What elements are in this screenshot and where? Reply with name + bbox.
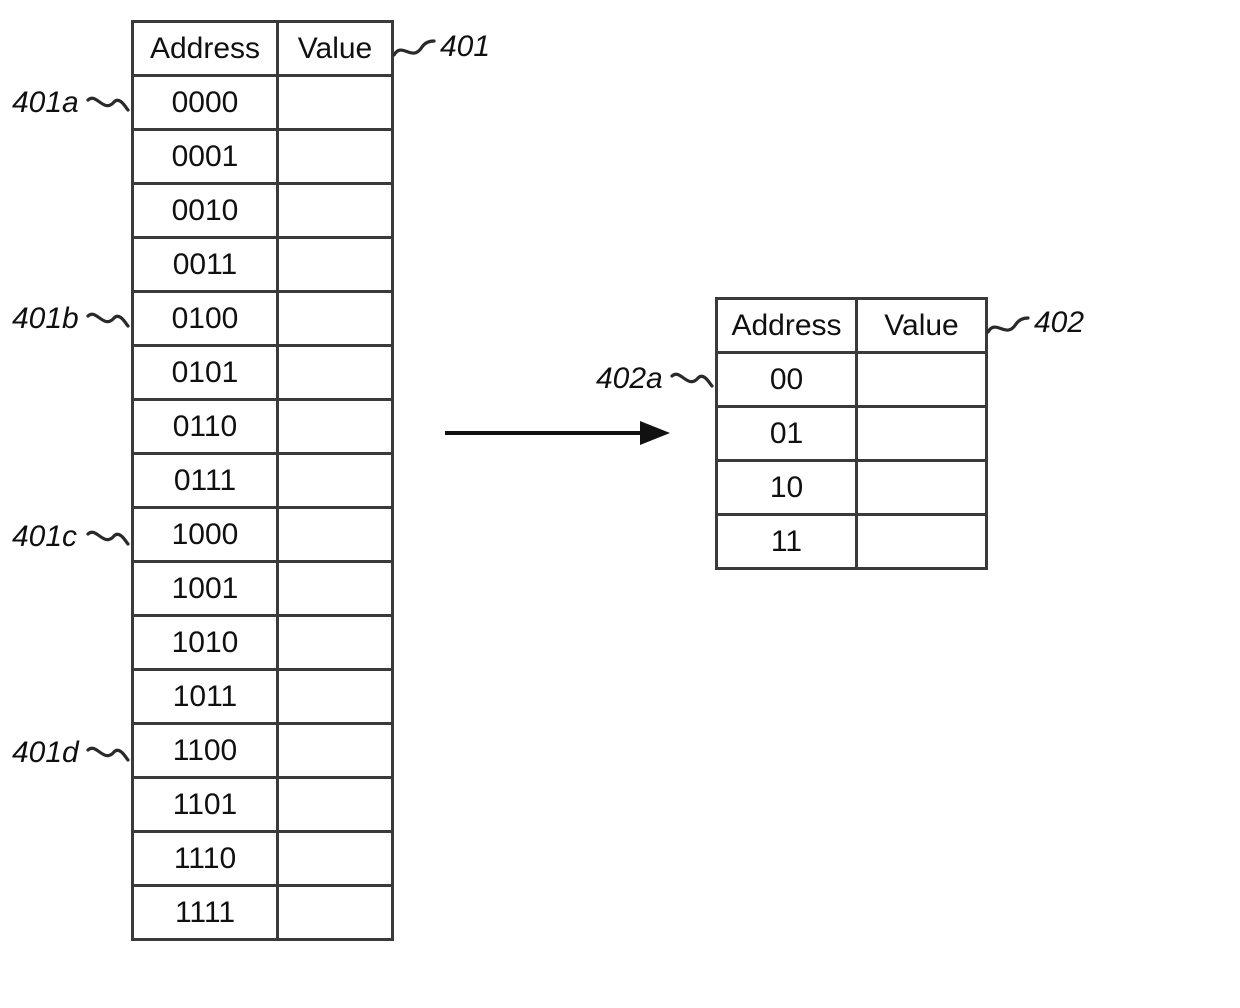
ref-label-402: 402 — [1034, 306, 1084, 340]
table-401-header-address: Address — [133, 22, 278, 76]
table-401-header-value: Value — [278, 22, 393, 76]
callout-connector-icon — [86, 88, 130, 118]
table-row: 0010 — [133, 184, 393, 238]
callout-connector-icon — [392, 33, 436, 63]
callout-connector-icon — [86, 738, 130, 768]
table-402-header-address: Address — [717, 299, 857, 353]
cell-address: 0010 — [133, 184, 278, 238]
table-row: 1110 — [133, 832, 393, 886]
table-row: 0011 — [133, 238, 393, 292]
table-401: Address Value 0000 0001 0010 0011 0100 0… — [131, 20, 394, 941]
table-row: 10 — [717, 461, 987, 515]
table-row: 1001 — [133, 562, 393, 616]
table-row: 0100 — [133, 292, 393, 346]
ref-label-401b: 401b — [12, 302, 79, 336]
cell-value — [278, 832, 393, 886]
ref-label-401d: 401d — [12, 736, 79, 770]
cell-address: 1111 — [133, 886, 278, 940]
cell-value — [857, 461, 987, 515]
table-402-header-value: Value — [857, 299, 987, 353]
cell-value — [278, 616, 393, 670]
callout-connector-icon — [86, 522, 130, 552]
table-402: Address Value 00 01 10 11 — [715, 297, 988, 570]
diagram-stage: Address Value 0000 0001 0010 0011 0100 0… — [0, 0, 1240, 1008]
cell-address: 0101 — [133, 346, 278, 400]
ref-label-401a: 401a — [12, 86, 79, 120]
table-row: 1101 — [133, 778, 393, 832]
cell-value — [278, 76, 393, 130]
cell-address: 0110 — [133, 400, 278, 454]
cell-address: 0011 — [133, 238, 278, 292]
table-row: 0110 — [133, 400, 393, 454]
cell-address: 11 — [717, 515, 857, 569]
ref-label-401: 401 — [440, 30, 490, 64]
table-row: 0001 — [133, 130, 393, 184]
callout-connector-icon — [986, 310, 1030, 340]
arrow-icon — [445, 418, 670, 448]
ref-label-402a: 402a — [596, 362, 663, 396]
table-row: 00 — [717, 353, 987, 407]
cell-value — [278, 562, 393, 616]
callout-connector-icon — [86, 304, 130, 334]
cell-value — [278, 292, 393, 346]
table-row: 11 — [717, 515, 987, 569]
cell-address: 1110 — [133, 832, 278, 886]
table-row: 1111 — [133, 886, 393, 940]
cell-address: 0100 — [133, 292, 278, 346]
cell-address: 0000 — [133, 76, 278, 130]
cell-address: 1000 — [133, 508, 278, 562]
table-row: 0000 — [133, 76, 393, 130]
cell-value — [278, 400, 393, 454]
table-row: 0101 — [133, 346, 393, 400]
cell-value — [278, 724, 393, 778]
cell-value — [278, 778, 393, 832]
callout-connector-icon — [670, 364, 714, 394]
cell-value — [278, 130, 393, 184]
cell-address: 0111 — [133, 454, 278, 508]
cell-value — [278, 670, 393, 724]
cell-value — [857, 353, 987, 407]
cell-address: 1101 — [133, 778, 278, 832]
cell-value — [857, 515, 987, 569]
cell-value — [278, 346, 393, 400]
table-row: 1000 — [133, 508, 393, 562]
table-row: 01 — [717, 407, 987, 461]
cell-value — [278, 238, 393, 292]
cell-address: 1001 — [133, 562, 278, 616]
table-row: 1100 — [133, 724, 393, 778]
cell-value — [857, 407, 987, 461]
table-row: 1011 — [133, 670, 393, 724]
cell-address: 01 — [717, 407, 857, 461]
ref-label-401c: 401c — [12, 520, 77, 554]
cell-address: 1011 — [133, 670, 278, 724]
table-row: 0111 — [133, 454, 393, 508]
cell-value — [278, 454, 393, 508]
cell-value — [278, 886, 393, 940]
cell-value — [278, 508, 393, 562]
cell-address: 1100 — [133, 724, 278, 778]
cell-address: 0001 — [133, 130, 278, 184]
cell-value — [278, 184, 393, 238]
table-row: 1010 — [133, 616, 393, 670]
cell-address: 00 — [717, 353, 857, 407]
cell-address: 10 — [717, 461, 857, 515]
cell-address: 1010 — [133, 616, 278, 670]
